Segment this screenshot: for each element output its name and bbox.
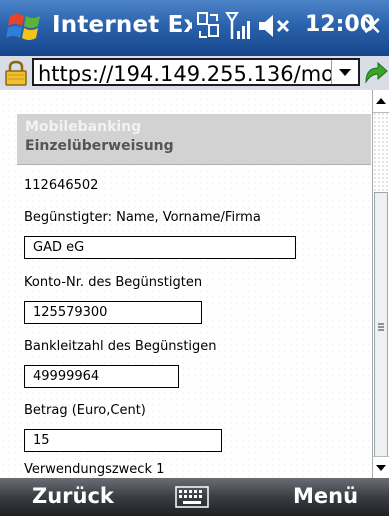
beneficiary-input[interactable]: GAD eG xyxy=(24,236,296,259)
url-input[interactable]: https://194.149.255.136/mobile xyxy=(32,58,360,86)
address-bar: https://194.149.255.136/mobile xyxy=(0,56,389,91)
page-header: Mobilebanking Einzelüberweisung xyxy=(17,114,371,165)
signal-strength-icon[interactable] xyxy=(225,9,253,43)
scroll-down-button[interactable] xyxy=(373,456,389,479)
chevron-down-icon xyxy=(339,69,351,76)
purpose-label: Verwendungszweck 1 xyxy=(24,462,165,477)
account-number-label: Konto-Nr. des Begünstigten xyxy=(24,275,203,290)
vertical-scrollbar[interactable] xyxy=(372,90,389,479)
bank-code-input[interactable]: 49999964 xyxy=(24,365,179,388)
scroll-thumb[interactable] xyxy=(374,192,388,462)
account-number-input[interactable]: 125579300 xyxy=(24,301,202,324)
page-title: Einzelüberweisung xyxy=(25,138,174,154)
bank-code-label: Bankleitzahl des Begünstigen xyxy=(24,339,217,354)
softkey-bar: Zurück Menü xyxy=(0,478,389,516)
title-bar: Internet Explorer 12:00 ✕ xyxy=(0,0,389,56)
sync-icon[interactable] xyxy=(195,9,223,43)
header-subtitle: Mobilebanking xyxy=(25,119,142,135)
beneficiary-label: Begünstigter: Name, Vorname/Firma xyxy=(24,210,261,225)
windows-start-icon[interactable] xyxy=(6,8,44,46)
back-softkey[interactable]: Zurück xyxy=(32,484,114,508)
grip-icon xyxy=(378,323,384,331)
app-title: Internet Explorer xyxy=(52,12,192,38)
arrow-up-icon xyxy=(376,98,386,104)
url-text: https://194.149.255.136/mobile xyxy=(38,62,360,86)
volume-muted-icon[interactable] xyxy=(257,9,301,43)
lock-icon xyxy=(5,60,27,86)
menu-softkey[interactable]: Menü xyxy=(293,484,358,508)
scroll-track[interactable] xyxy=(373,112,389,462)
close-button[interactable]: ✕ xyxy=(356,10,388,44)
amount-input[interactable]: 15 xyxy=(24,429,222,452)
go-arrow-icon[interactable] xyxy=(362,60,389,86)
scroll-up-button[interactable] xyxy=(373,90,389,113)
account-id: 112646502 xyxy=(24,178,99,193)
arrow-down-icon xyxy=(376,465,386,471)
page-content: Mobilebanking Einzelüberweisung 11264650… xyxy=(0,90,372,478)
keyboard-icon[interactable] xyxy=(175,486,209,508)
amount-label: Betrag (Euro,Cent) xyxy=(24,403,146,418)
url-history-dropdown[interactable] xyxy=(331,60,358,84)
